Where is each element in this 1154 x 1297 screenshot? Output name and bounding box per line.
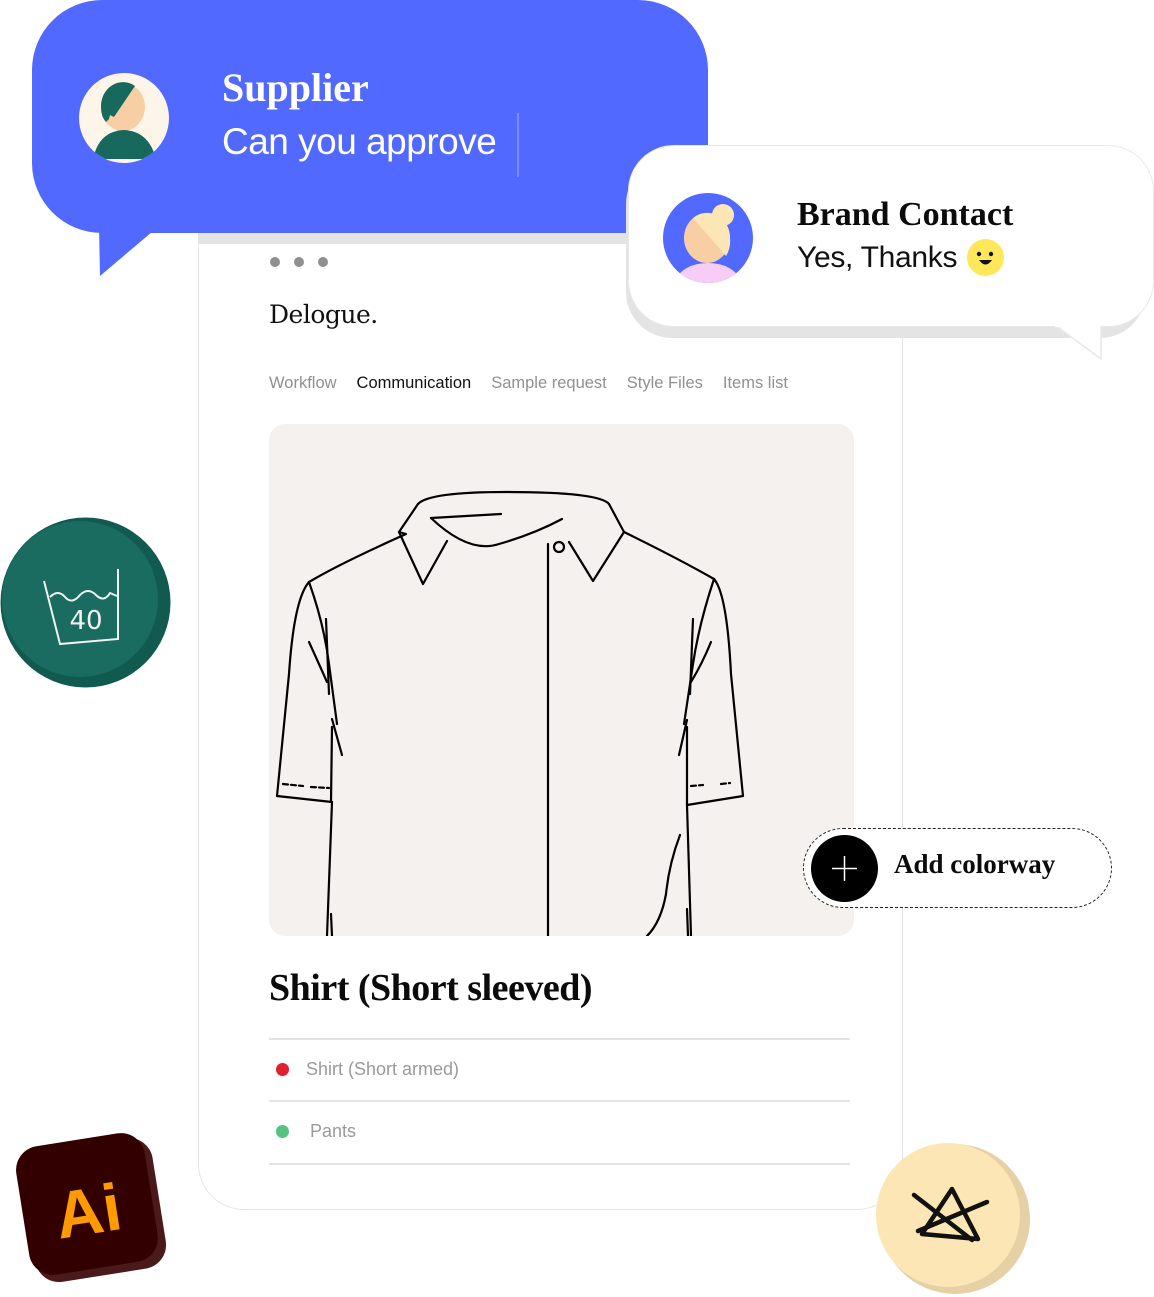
supplier-avatar	[79, 73, 169, 163]
window-dot[interactable]	[270, 257, 280, 267]
product-preview	[269, 424, 854, 936]
shirt-sketch-icon	[275, 490, 745, 936]
window-controls	[270, 257, 328, 267]
divider	[269, 1038, 850, 1040]
brand-contact-avatar	[663, 193, 753, 283]
supplier-bubble-tail	[99, 226, 159, 276]
divider	[269, 1100, 850, 1102]
wash-40-icon: 40	[0, 517, 171, 688]
product-title: Shirt (Short sleeved)	[269, 967, 593, 1009]
tab-workflow[interactable]: Workflow	[269, 374, 337, 393]
list-item[interactable]: Shirt (Short armed)	[276, 1059, 459, 1080]
list-item-label: Shirt (Short armed)	[306, 1059, 460, 1079]
illustrator-label: Ai	[50, 1169, 127, 1252]
tab-sample-request[interactable]: Sample request	[491, 374, 607, 393]
tab-communication[interactable]: Communication	[357, 374, 472, 393]
add-colorway-plus-button[interactable]	[811, 835, 878, 902]
tab-style-files[interactable]: Style Files	[627, 374, 703, 393]
brand-logo: Delogue.	[269, 300, 378, 329]
supplier-name: Supplier	[222, 65, 369, 110]
list-item[interactable]: Pants	[276, 1121, 356, 1142]
brand-contact-name: Brand Contact	[797, 196, 1014, 233]
supplier-message-text: Can you approve	[222, 121, 497, 162]
brand-bubble-tail	[1054, 324, 1102, 361]
do-not-bleach-icon	[876, 1143, 1030, 1294]
add-colorway-label[interactable]: Add colorway	[894, 849, 1055, 880]
status-dot-green	[276, 1125, 289, 1138]
window-dot[interactable]	[294, 257, 304, 267]
tab-items-list[interactable]: Items list	[723, 374, 788, 393]
brand-contact-message-text: Yes, Thanks	[797, 240, 958, 274]
text-cursor	[517, 113, 519, 177]
brand-contact-message: Yes, Thanks	[797, 239, 1005, 276]
divider	[269, 1163, 850, 1165]
adobe-illustrator-icon: Ai	[16, 1133, 167, 1283]
list-item-label: Pants	[310, 1121, 357, 1141]
status-dot-red	[276, 1063, 289, 1076]
plus-icon	[832, 856, 857, 881]
smiling-face-icon	[967, 239, 1005, 276]
wash-temperature: 40	[69, 606, 102, 636]
tab-bar: Workflow Communication Sample request St…	[269, 374, 788, 393]
window-dot[interactable]	[318, 257, 328, 267]
